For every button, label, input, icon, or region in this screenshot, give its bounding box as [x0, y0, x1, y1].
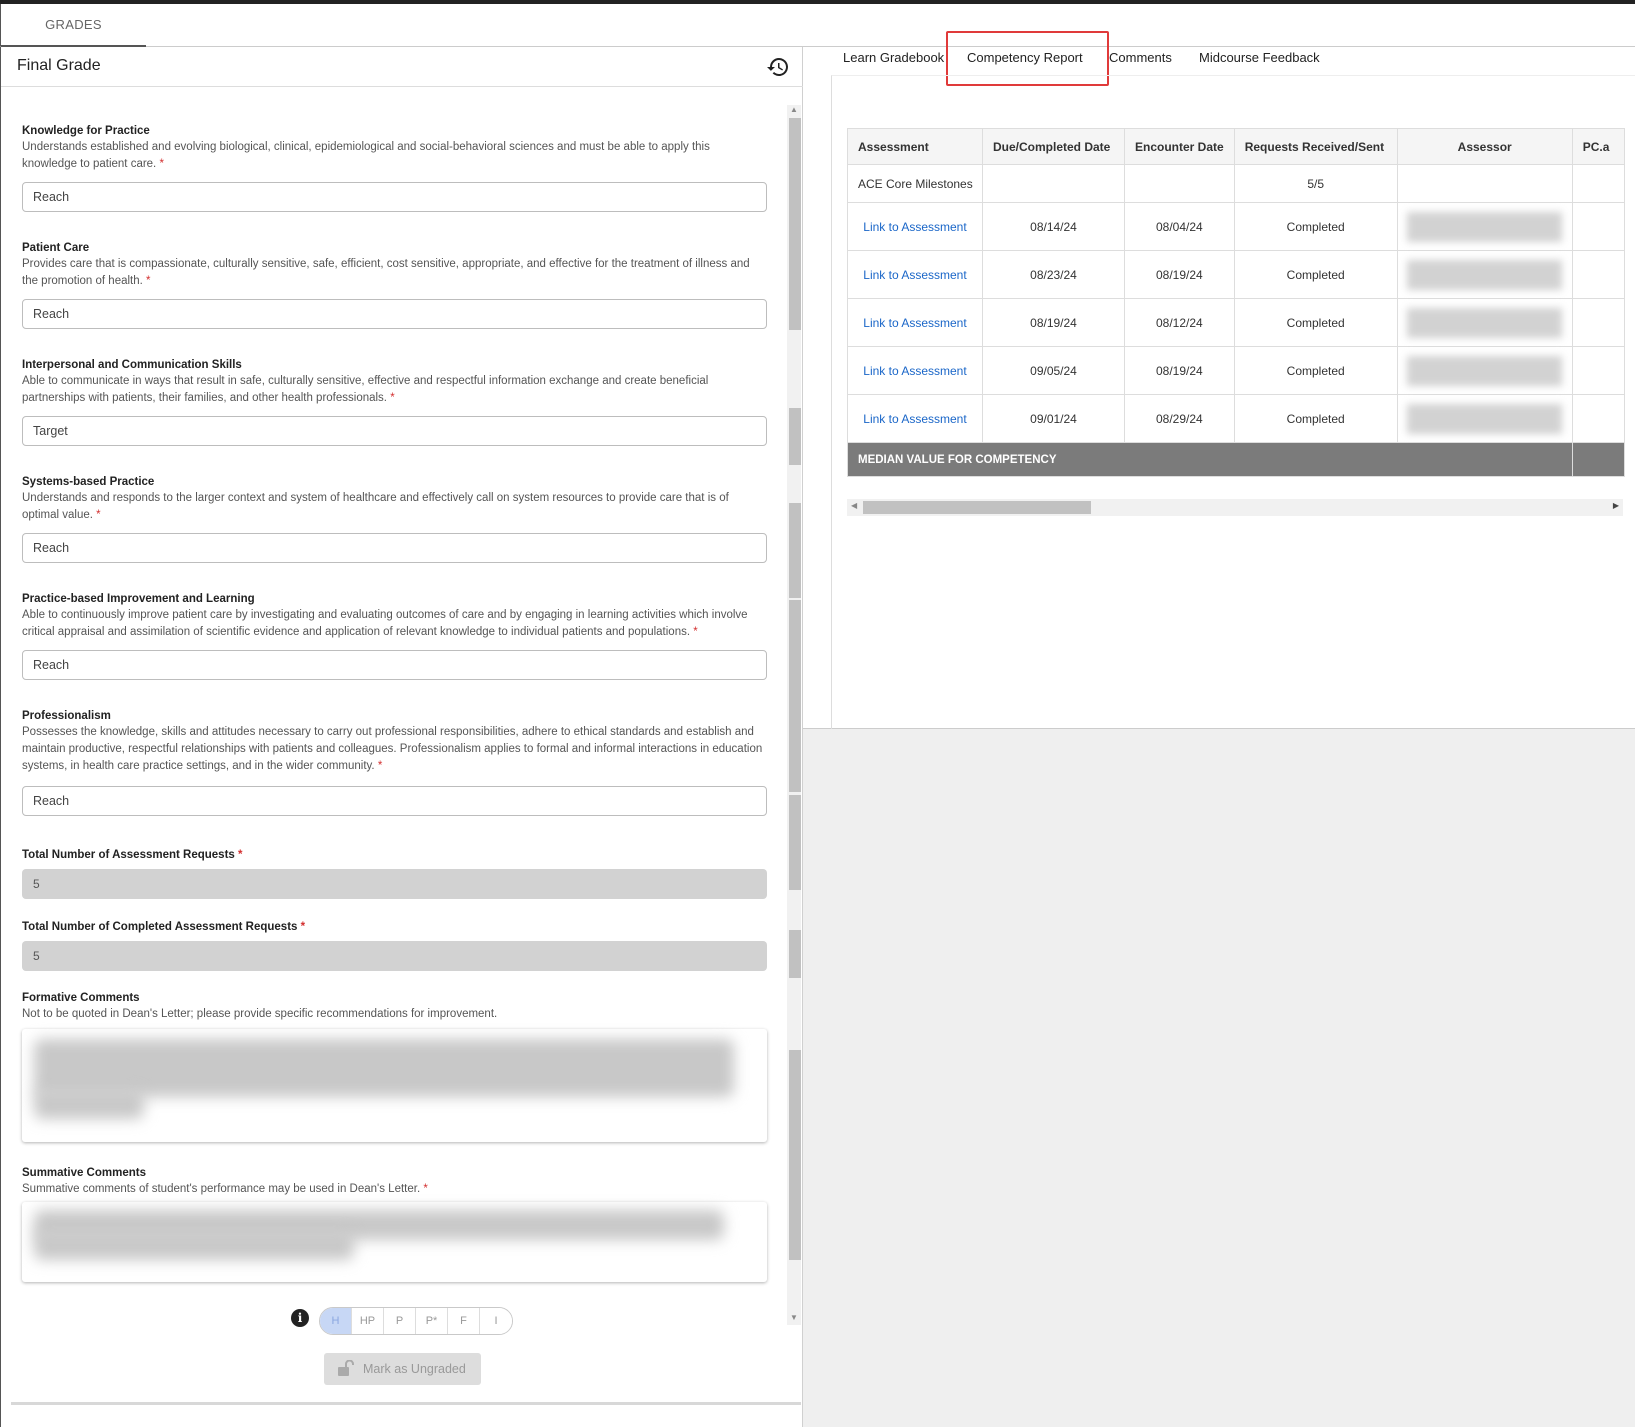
horizontal-scroll-thumb[interactable]	[863, 501, 1091, 514]
col-due-date: Due/Completed Date	[982, 128, 1125, 165]
col-encounter-date: Encounter Date	[1124, 128, 1235, 165]
tab-midcourse-feedback[interactable]: Midcourse Feedback	[1199, 50, 1320, 65]
grade-p-button[interactable]: P	[384, 1308, 416, 1334]
scroll-right-arrow[interactable]: ▶	[1613, 501, 1619, 510]
col-assessor: Assessor	[1396, 128, 1573, 165]
formative-comments-textarea[interactable]	[22, 1029, 767, 1142]
page-title: Final Grade	[17, 57, 101, 74]
competency-table: Assessment Due/Completed Date Encounter …	[847, 128, 1625, 477]
table-row: Link to Assessment 09/05/24 08/19/24 Com…	[847, 346, 1625, 395]
completed-requests-label: Total Number of Completed Assessment Req…	[22, 921, 306, 933]
summative-comments-label: Summative Comments Summative comments of…	[22, 1167, 428, 1195]
group-row: ACE Core Milestones 5/5	[847, 164, 1625, 203]
assessor-redacted	[1396, 250, 1573, 299]
summative-comments-textarea[interactable]	[22, 1202, 767, 1282]
assessor-redacted	[1396, 394, 1573, 443]
main-tabstrip: GRADES	[0, 4, 1635, 47]
interpersonal-select[interactable]: Target	[22, 416, 767, 446]
col-pc-a: PC.a	[1571, 128, 1625, 165]
assessment-link[interactable]: Link to Assessment	[847, 298, 983, 347]
final-grade-header: Final Grade	[1, 47, 804, 87]
info-icon[interactable]: i	[291, 1309, 309, 1327]
competency-knowledge: Knowledge for Practice Understands estab…	[22, 125, 710, 170]
competency-professionalism: Professionalism Possesses the knowledge,…	[22, 710, 763, 772]
table-row: Link to Assessment 08/23/24 08/19/24 Com…	[847, 250, 1625, 299]
table-row: Link to Assessment 09/01/24 08/29/24 Com…	[847, 394, 1625, 443]
median-label: MEDIAN VALUE FOR COMPETENCY	[847, 442, 1573, 477]
horizontal-scrollbar[interactable]: ◀ ▶	[847, 499, 1623, 516]
report-tabs: Learn Gradebook Competency Report Commen…	[803, 31, 1635, 86]
competency-systems-based: Systems-based Practice Understands and r…	[22, 476, 729, 521]
tab-comments[interactable]: Comments	[1109, 50, 1172, 65]
grade-button-group: H HP P P* F I	[319, 1307, 513, 1335]
assessment-link[interactable]: Link to Assessment	[847, 202, 983, 251]
assessment-link[interactable]: Link to Assessment	[847, 394, 983, 443]
competency-interpersonal: Interpersonal and Communication Skills A…	[22, 359, 709, 404]
systems-based-select[interactable]: Reach	[22, 533, 767, 563]
tab-grades[interactable]: GRADES	[1, 4, 146, 47]
practice-based-select[interactable]: Reach	[22, 650, 767, 680]
divider	[11, 1402, 801, 1405]
assessment-link[interactable]: Link to Assessment	[847, 346, 983, 395]
scroll-down-arrow[interactable]: ▼	[790, 1313, 798, 1322]
grade-hp-button[interactable]: HP	[352, 1308, 384, 1334]
grade-i-button[interactable]: I	[480, 1308, 512, 1334]
patient-care-select[interactable]: Reach	[22, 299, 767, 329]
professionalism-select[interactable]: Reach	[22, 786, 767, 816]
report-content: Assessment Due/Completed Date Encounter …	[831, 75, 1635, 729]
total-requests-field: 5	[22, 869, 767, 899]
competency-patient-care: Patient Care Provides care that is compa…	[22, 242, 750, 287]
vertical-scrollbar[interactable]: ▲ ▼	[787, 105, 801, 1325]
assessor-redacted	[1396, 346, 1573, 395]
scroll-left-arrow[interactable]: ◀	[851, 501, 857, 510]
competency-practice-based: Practice-based Improvement and Learning …	[22, 593, 748, 638]
grade-f-button[interactable]: F	[448, 1308, 480, 1334]
grade-h-button[interactable]: H	[320, 1308, 352, 1334]
knowledge-select[interactable]: Reach	[22, 182, 767, 212]
unlock-icon	[338, 1360, 354, 1376]
formative-comments-label: Formative Comments Not to be quoted in D…	[22, 992, 498, 1020]
grade-p-star-button[interactable]: P*	[416, 1308, 448, 1334]
tab-learn-gradebook[interactable]: Learn Gradebook	[843, 50, 944, 65]
scroll-up-arrow[interactable]: ▲	[790, 105, 798, 114]
col-assessment: Assessment	[847, 128, 983, 165]
final-grade-panel: Final Grade ▲ ▼ Knowledge for Practice U…	[0, 47, 804, 1427]
grade-selector: i H HP P P* F I	[291, 1307, 791, 1337]
median-row: MEDIAN VALUE FOR COMPETENCY	[847, 442, 1625, 477]
mark-ungraded-button[interactable]: Mark as Ungraded	[324, 1353, 481, 1385]
col-requests: Requests Received/Sent	[1233, 128, 1398, 165]
competency-report-panel: Learn Gradebook Competency Report Commen…	[803, 31, 1635, 729]
assessment-link[interactable]: Link to Assessment	[847, 250, 983, 299]
completed-requests-field: 5	[22, 941, 767, 971]
table-row: Link to Assessment 08/19/24 08/12/24 Com…	[847, 298, 1625, 347]
assessor-redacted	[1396, 202, 1573, 251]
history-icon[interactable]	[766, 55, 790, 79]
assessor-redacted	[1396, 298, 1573, 347]
table-row: Link to Assessment 08/14/24 08/04/24 Com…	[847, 202, 1625, 251]
total-requests-label: Total Number of Assessment Requests *	[22, 849, 243, 861]
